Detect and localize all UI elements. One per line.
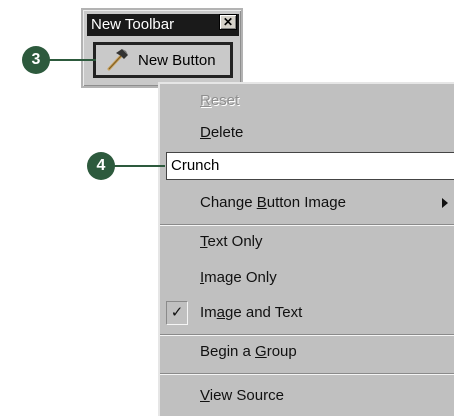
new-toolbar-window: New Toolbar ✕ New Button bbox=[81, 8, 243, 88]
menu-item-reset[interactable]: Reset bbox=[160, 86, 454, 116]
context-menu: Reset Delete Crunch Change Button Image … bbox=[158, 82, 454, 416]
close-icon[interactable]: ✕ bbox=[219, 14, 237, 30]
view-source-label: iew Source bbox=[209, 387, 284, 404]
callout-badge-3: 3 bbox=[22, 46, 50, 74]
image-text-pre: Im bbox=[200, 304, 217, 321]
menu-separator bbox=[160, 224, 454, 226]
reset-label: eset bbox=[210, 92, 240, 109]
menu-item-image-and-text[interactable]: ✓ Image and Text bbox=[160, 298, 454, 328]
menu-item-text-only[interactable]: Text Only bbox=[160, 227, 454, 257]
view-source-accel: V bbox=[200, 387, 210, 404]
menu-item-begin-group[interactable]: Begin a Group bbox=[160, 337, 454, 367]
begin-group-rest: roup bbox=[266, 343, 297, 360]
callout-line-3 bbox=[48, 59, 96, 61]
reset-accel: R bbox=[200, 92, 211, 109]
new-button[interactable]: New Button bbox=[93, 42, 233, 78]
toolbar-title[interactable]: New Toolbar bbox=[87, 14, 239, 36]
begin-group-pre: Begin a bbox=[200, 343, 256, 360]
image-text-rest: ge and Text bbox=[225, 304, 303, 321]
text-only-accel: T bbox=[200, 233, 208, 250]
change-image-accel: B bbox=[256, 194, 267, 211]
change-image-pre: Change bbox=[200, 194, 257, 211]
menu-item-view-source[interactable]: View Source bbox=[160, 381, 454, 411]
image-only-label: mage Only bbox=[204, 269, 277, 286]
callout-badge-4: 4 bbox=[87, 152, 115, 180]
button-name-field[interactable]: Crunch bbox=[166, 152, 454, 180]
image-text-accel: a bbox=[216, 304, 226, 321]
hammer-icon bbox=[107, 49, 128, 71]
new-button-label: New Button bbox=[138, 51, 216, 69]
delete-accel: D bbox=[200, 124, 211, 141]
delete-label: elete bbox=[210, 124, 244, 141]
begin-group-accel: G bbox=[255, 343, 267, 360]
checkmark-icon: ✓ bbox=[166, 301, 188, 325]
text-only-label: ext Only bbox=[207, 233, 263, 250]
submenu-arrow-icon bbox=[442, 198, 448, 208]
callout-line-4 bbox=[113, 165, 165, 167]
menu-item-change-button-image[interactable]: Change Button Image bbox=[160, 188, 454, 218]
menu-separator bbox=[160, 334, 454, 336]
menu-separator bbox=[160, 373, 454, 375]
change-image-rest: utton Image bbox=[266, 194, 346, 211]
menu-item-delete[interactable]: Delete bbox=[160, 118, 454, 148]
menu-item-image-only[interactable]: Image Only bbox=[160, 263, 454, 293]
